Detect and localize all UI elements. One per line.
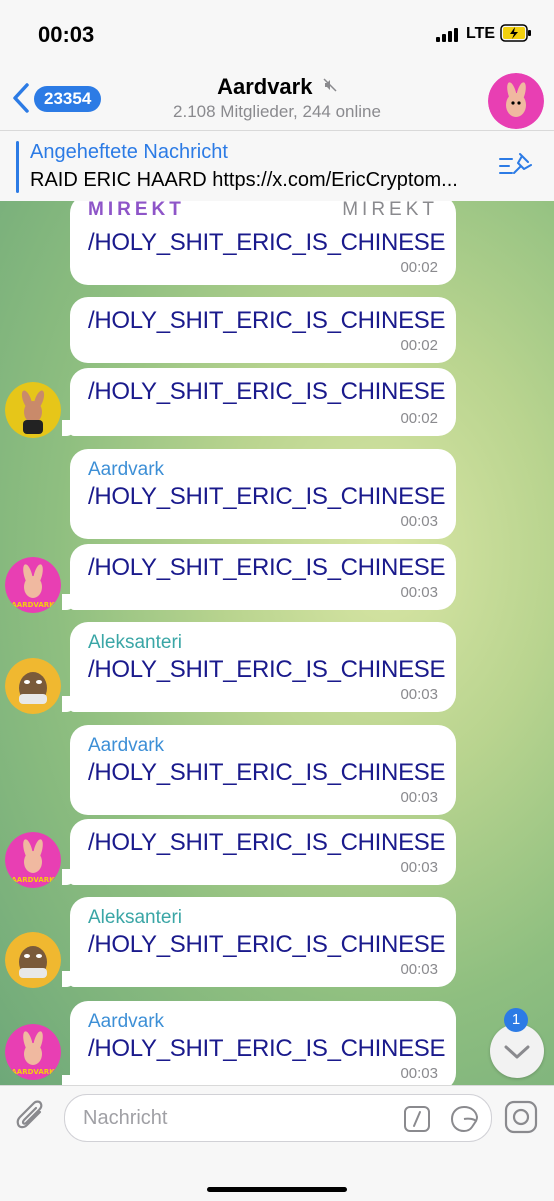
message-text: /HOLY_SHIT_ERIC_IS_CHINESE — [88, 307, 446, 334]
message-time: 00:02 — [400, 337, 438, 354]
message-text: /HOLY_SHIT_ERIC_IS_CHINESE — [88, 829, 446, 856]
pinned-message-bar[interactable]: Angeheftete Nachricht RAID ERIC HAARD ht… — [0, 130, 554, 202]
pinned-title: Angeheftete Nachricht — [30, 141, 228, 163]
chevron-down-icon — [504, 1045, 530, 1059]
avatar[interactable] — [5, 658, 61, 714]
message-text: /HOLY_SHIT_ERIC_IS_CHINESE — [88, 1035, 446, 1062]
message-text: /HOLY_SHIT_ERIC_IS_CHINESE — [88, 229, 446, 256]
message-text: /HOLY_SHIT_ERIC_IS_CHINESE — [88, 759, 446, 786]
mute-icon — [323, 78, 337, 92]
message-time: 00:03 — [400, 584, 438, 601]
message-time: 00:03 — [400, 859, 438, 876]
message-input[interactable]: Nachricht — [64, 1094, 492, 1142]
message-time: 00:03 — [400, 1065, 438, 1082]
sticker-icon[interactable] — [449, 1105, 479, 1133]
composer-bar: Nachricht — [0, 1085, 554, 1201]
bot-command-icon[interactable] — [403, 1105, 431, 1133]
pinned-text: RAID ERIC HAARD https://x.com/EricCrypto… — [30, 169, 458, 191]
message-text: /HOLY_SHIT_ERIC_IS_CHINESE — [88, 931, 446, 958]
message-text: /HOLY_SHIT_ERIC_IS_CHINESE — [88, 483, 446, 510]
message-bubble[interactable]: /HOLY_SHIT_ERIC_IS_CHINESE 00:03 — [62, 819, 456, 885]
title-row[interactable]: Aardvark — [0, 74, 554, 100]
sender-name: MIREKT — [88, 201, 185, 220]
message-bubble[interactable]: MIREKT MIREKT /HOLY_SHIT_ERIC_IS_CHINESE… — [70, 201, 456, 285]
group-avatar[interactable] — [488, 73, 544, 129]
sender-tag: MIREKT — [342, 201, 438, 220]
chat-title[interactable]: Aardvark — [217, 74, 312, 99]
chat-subtitle: 2.108 Mitglieder, 244 online — [173, 102, 381, 121]
sender-name[interactable]: Aleksanteri — [88, 632, 182, 654]
message-text: /HOLY_SHIT_ERIC_IS_CHINESE — [88, 378, 446, 405]
network-label: LTE — [466, 25, 496, 42]
status-bar: 00:03 LTE — [0, 0, 554, 68]
message-bubble[interactable]: Aleksanteri /HOLY_SHIT_ERIC_IS_CHINESE 0… — [62, 622, 456, 712]
message-bubble[interactable]: Aardvark /HOLY_SHIT_ERIC_IS_CHINESE 00:0… — [70, 449, 456, 539]
message-input-placeholder: Nachricht — [83, 1107, 168, 1129]
avatar[interactable]: AARDVARK — [5, 832, 61, 888]
message-time: 00:03 — [400, 789, 438, 806]
message-time: 00:02 — [400, 410, 438, 427]
message-bubble[interactable]: /HOLY_SHIT_ERIC_IS_CHINESE 00:03 — [62, 544, 456, 610]
message-time: 00:03 — [400, 961, 438, 978]
paperclip-icon[interactable] — [14, 1098, 48, 1136]
camera-icon[interactable] — [504, 1100, 538, 1134]
message-text: /HOLY_SHIT_ERIC_IS_CHINESE — [88, 554, 446, 581]
sender-name[interactable]: Aardvark — [88, 459, 164, 481]
sender-name[interactable]: Aardvark — [88, 1011, 164, 1033]
avatar[interactable]: AARDVARK — [5, 1024, 61, 1080]
message-time: 00:03 — [400, 513, 438, 530]
battery-icon — [500, 24, 531, 42]
message-bubble[interactable]: Aleksanteri /HOLY_SHIT_ERIC_IS_CHINESE 0… — [62, 897, 456, 987]
message-bubble[interactable]: Aardvark /HOLY_SHIT_ERIC_IS_CHINESE 00:0… — [62, 1001, 456, 1085]
chat-header: 23354 Aardvark 2.108 Mitglieder, 244 onl… — [0, 68, 554, 130]
scroll-to-bottom-button[interactable] — [490, 1024, 544, 1078]
message-list[interactable]: MIREKT MIREKT /HOLY_SHIT_ERIC_IS_CHINESE… — [0, 201, 554, 1085]
sender-name[interactable]: Aleksanteri — [88, 907, 182, 929]
home-indicator — [207, 1187, 347, 1192]
unread-count-badge: 1 — [504, 1008, 528, 1032]
avatar-logo-text: AARDVARK — [11, 876, 55, 884]
sender-name[interactable]: Aardvark — [88, 735, 164, 757]
message-time: 00:02 — [400, 259, 438, 276]
avatar[interactable] — [5, 932, 61, 988]
pinned-indicator — [16, 141, 19, 193]
message-time: 00:03 — [400, 686, 438, 703]
avatar-logo-text: AARDVARK — [11, 1068, 55, 1076]
message-bubble[interactable]: /HOLY_SHIT_ERIC_IS_CHINESE 00:02 — [62, 368, 456, 436]
message-bubble[interactable]: Aardvark /HOLY_SHIT_ERIC_IS_CHINESE 00:0… — [70, 725, 456, 815]
avatar-logo-text: AARDVARK — [11, 601, 55, 609]
signal-icon — [436, 28, 460, 42]
avatar[interactable] — [5, 382, 61, 438]
clock: 00:03 — [38, 22, 95, 47]
pin-list-icon[interactable] — [498, 151, 532, 181]
message-bubble[interactable]: /HOLY_SHIT_ERIC_IS_CHINESE 00:02 — [70, 297, 456, 363]
avatar[interactable]: AARDVARK — [5, 557, 61, 613]
message-text: /HOLY_SHIT_ERIC_IS_CHINESE — [88, 656, 446, 683]
